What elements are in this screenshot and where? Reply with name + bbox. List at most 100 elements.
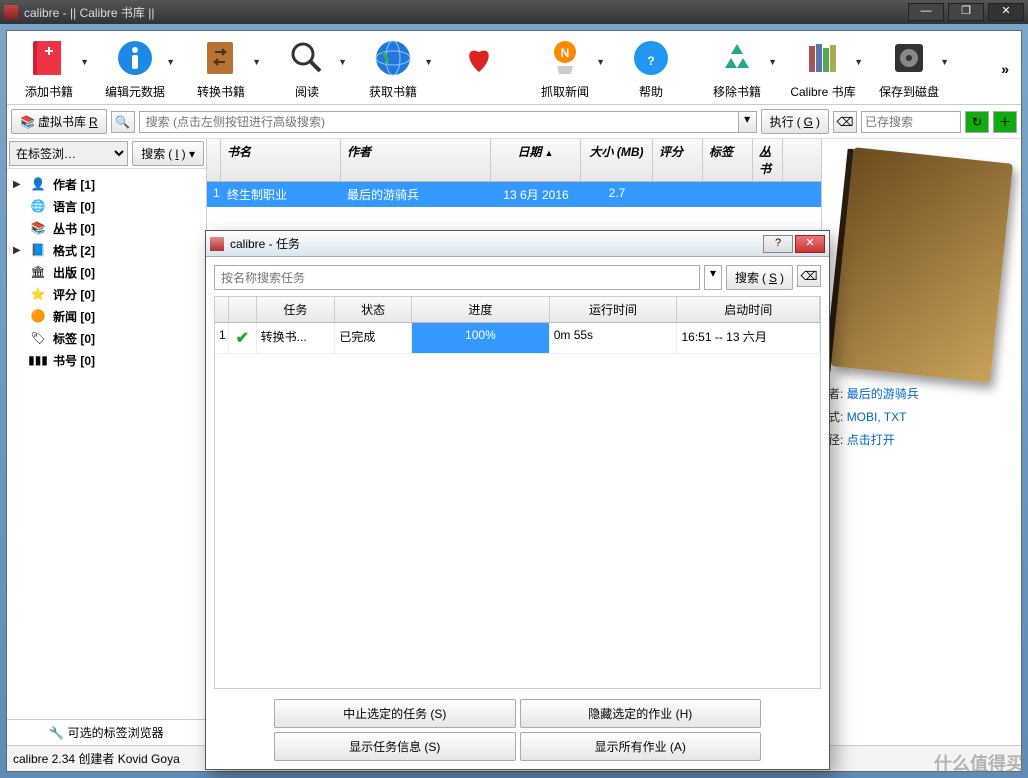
heart-icon — [458, 37, 500, 79]
barcode-icon: ▮▮▮ — [29, 351, 47, 369]
dialog-help-button[interactable]: ? — [763, 235, 793, 253]
magnifier-icon — [286, 37, 328, 79]
jobs-table: 任务 状态 进度 运行时间 启动时间 1 ✔ 转换书... 已完成 100% 0… — [214, 296, 821, 689]
tree-formats[interactable]: ▶📘格式 [2] — [9, 239, 204, 261]
book-table-header: 书名 作者 日期▲ 大小 (MB) 评分 标签 丛书 — [207, 139, 821, 182]
book-cover[interactable] — [830, 147, 1012, 383]
stop-job-button[interactable]: 中止选定的任务 (S) — [274, 699, 516, 728]
help-button[interactable]: ? 帮助 — [613, 37, 689, 100]
col-size[interactable]: 大小 (MB) — [581, 139, 653, 181]
toolbar-overflow[interactable]: » — [993, 53, 1017, 85]
dialog-icon — [210, 237, 224, 251]
dialog-title-text: calibre - 任务 — [230, 235, 300, 252]
watermark: 什么值得买 — [934, 750, 1024, 776]
read-button[interactable]: ▼ 阅读 — [269, 37, 345, 100]
books-icon: 📚 — [29, 219, 47, 237]
globe-small-icon: 🌐 — [29, 197, 47, 215]
publisher-icon: 🏛 — [29, 263, 47, 281]
news-small-icon: 🟠 — [29, 307, 47, 325]
book-details-panel: 者: 最后的游骑兵 式: MOBI, TXT 径: 点击打开 — [821, 139, 1021, 745]
col-author[interactable]: 作者 — [341, 139, 491, 181]
detail-formats-link[interactable]: MOBI, TXT — [847, 410, 907, 424]
jobs-clear-icon[interactable]: ⌫ — [797, 265, 821, 287]
jcol-task[interactable]: 任务 — [257, 297, 336, 322]
detail-path-link[interactable]: 点击打开 — [847, 433, 895, 447]
close-button[interactable]: ✕ — [988, 3, 1024, 21]
minimize-button[interactable]: — — [908, 3, 944, 21]
tree-identifiers[interactable]: ▮▮▮书号 [0] — [9, 349, 204, 371]
window-title: calibre - || Calibre 书库 || — [24, 4, 155, 21]
edit-metadata-button[interactable]: ▼ 编辑元数据 — [97, 37, 173, 100]
tree-authors[interactable]: ▶👤作者 [1] — [9, 173, 204, 195]
library-icon — [802, 37, 844, 79]
tag-browse-select[interactable]: 在标签浏… — [9, 141, 128, 166]
save-to-disk-button[interactable]: ▼ 保存到磁盘 — [871, 37, 947, 100]
rss-icon: N — [544, 37, 586, 79]
jcol-progress[interactable]: 进度 — [412, 297, 550, 322]
recycle-icon — [716, 37, 758, 79]
fetch-news-button[interactable]: N▼ 抓取新闻 — [527, 37, 603, 100]
advanced-search-icon[interactable]: 🔍 — [111, 111, 135, 133]
search-bar: 📚 虚拟书库 R 🔍 ▾ 执行 (G) ⌫ ↻ ＋ — [7, 105, 1021, 139]
book-icon: 📘 — [29, 241, 47, 259]
col-series[interactable]: 丛书 — [753, 139, 783, 181]
book-plus-icon — [28, 37, 70, 79]
tree-news[interactable]: 🟠新闻 [0] — [9, 305, 204, 327]
jobs-search-button[interactable]: 搜索 (S) — [726, 265, 793, 290]
col-rating[interactable]: 评分 — [653, 139, 703, 181]
heart-button[interactable] — [441, 37, 517, 83]
tree-series[interactable]: 📚丛书 [0] — [9, 217, 204, 239]
dialog-close-button[interactable]: ✕ — [795, 235, 825, 253]
jobs-search-input[interactable] — [214, 265, 700, 290]
add-books-button[interactable]: ▼ 添加书籍 — [11, 37, 87, 100]
jcol-status[interactable]: 状态 — [335, 297, 412, 322]
virtual-library-button[interactable]: 📚 虚拟书库 R — [11, 109, 107, 134]
save-search-icon[interactable]: ↻ — [965, 111, 989, 133]
tree-publishers[interactable]: 🏛出版 [0] — [9, 261, 204, 283]
library-button[interactable]: ▼ Calibre 书库 — [785, 37, 861, 100]
convert-books-button[interactable]: ▼ 转换书籍 — [183, 37, 259, 100]
hide-job-button[interactable]: 隐藏选定的作业 (H) — [520, 699, 762, 728]
clear-search-icon[interactable]: ⌫ — [833, 111, 857, 133]
search-input[interactable] — [139, 111, 739, 133]
job-row[interactable]: 1 ✔ 转换书... 已完成 100% 0m 55s 16:51 -- 13 六… — [215, 323, 820, 354]
jcol-start[interactable]: 启动时间 — [677, 297, 820, 322]
convert-icon — [200, 37, 242, 79]
category-tree: ▶👤作者 [1] 🌐语言 [0] 📚丛书 [0] ▶📘格式 [2] 🏛出版 [0… — [7, 169, 206, 719]
tree-languages[interactable]: 🌐语言 [0] — [9, 195, 204, 217]
job-info-button[interactable]: 显示任务信息 (S) — [274, 732, 516, 761]
help-icon: ? — [630, 37, 672, 79]
tree-tags[interactable]: 🏷标签 [0] — [9, 327, 204, 349]
saved-search-input[interactable] — [861, 111, 961, 133]
detail-author-link[interactable]: 最后的游骑兵 — [847, 387, 919, 401]
jobs-search-dropdown[interactable]: ▾ — [704, 265, 722, 290]
tag-browser-sidebar: 在标签浏… 搜索 (I) ▾ ▶👤作者 [1] 🌐语言 [0] 📚丛书 [0] … — [7, 139, 207, 745]
window-titlebar: calibre - || Calibre 书库 || — ❐ ✕ — [0, 0, 1028, 24]
svg-text:?: ? — [647, 54, 654, 68]
info-icon — [114, 37, 156, 79]
jobs-dialog: calibre - 任务 ? ✕ ▾ 搜索 (S) ⌫ 任务 状态 进度 运行时… — [205, 230, 830, 770]
progress-bar: 100% — [412, 323, 550, 353]
star-icon: ⭐ — [29, 285, 47, 303]
show-all-jobs-button[interactable]: 显示所有作业 (A) — [520, 732, 762, 761]
tag-browser-options[interactable]: 🔧 可选的标签浏览器 — [7, 719, 206, 745]
globe-icon — [372, 37, 414, 79]
sidebar-search-button[interactable]: 搜索 (I) ▾ — [132, 141, 204, 166]
jcol-runtime[interactable]: 运行时间 — [550, 297, 678, 322]
disk-icon — [888, 37, 930, 79]
fetch-books-button[interactable]: ▼ 获取书籍 — [355, 37, 431, 100]
svg-text:N: N — [561, 46, 570, 60]
main-toolbar: ▼ 添加书籍 ▼ 编辑元数据 ▼ 转换书籍 ▼ 阅读 ▼ 获取书籍 N▼ 抓取新… — [7, 31, 1021, 105]
col-tags[interactable]: 标签 — [703, 139, 753, 181]
col-title[interactable]: 书名 — [221, 139, 341, 181]
book-row[interactable]: 1 终生制职业 最后的游骑兵 13 6月 2016 2.7 — [207, 182, 821, 207]
dialog-titlebar[interactable]: calibre - 任务 ? ✕ — [206, 231, 829, 257]
search-dropdown[interactable]: ▾ — [739, 111, 757, 133]
maximize-button[interactable]: ❐ — [948, 3, 984, 21]
add-saved-search-icon[interactable]: ＋ — [993, 111, 1017, 133]
col-date[interactable]: 日期▲ — [491, 139, 581, 181]
tag-icon: 🏷 — [29, 329, 47, 347]
remove-books-button[interactable]: ▼ 移除书籍 — [699, 37, 775, 100]
tree-ratings[interactable]: ⭐评分 [0] — [9, 283, 204, 305]
search-go-button[interactable]: 执行 (G) — [761, 109, 829, 134]
